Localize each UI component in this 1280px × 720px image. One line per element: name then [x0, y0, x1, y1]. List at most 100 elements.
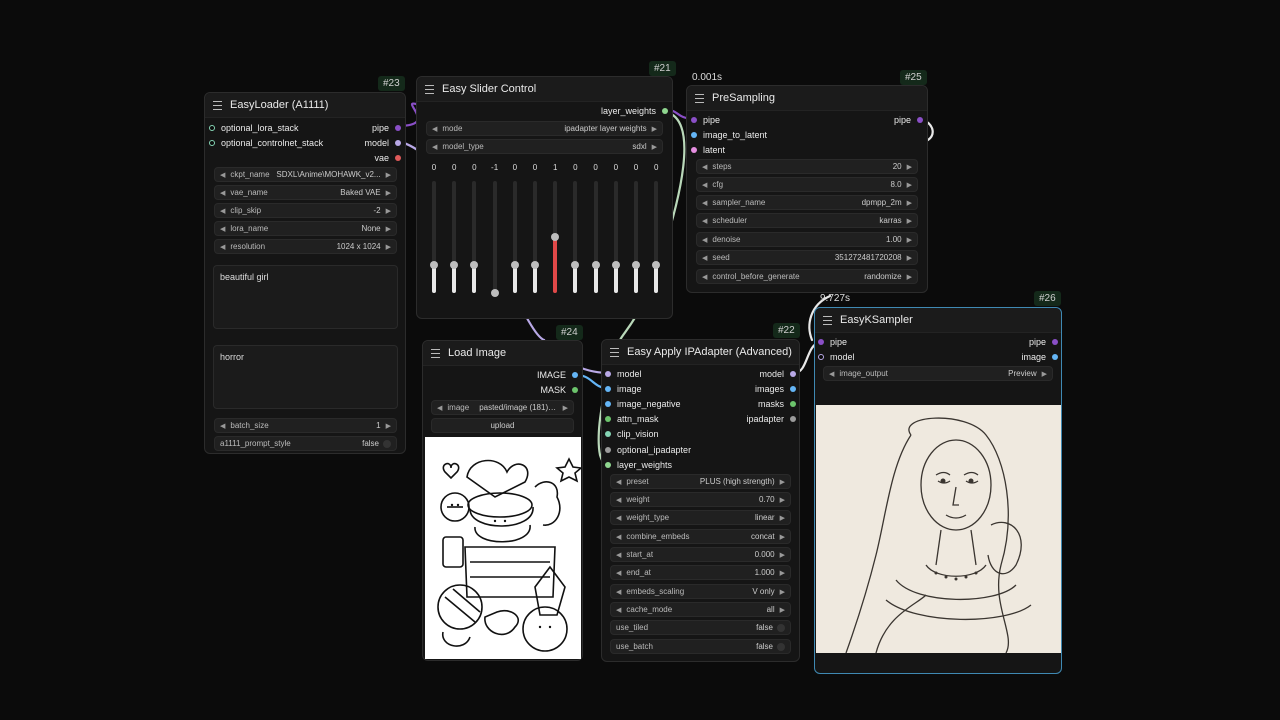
arrow-left-icon[interactable]: ◀ [616, 606, 621, 614]
arrow-right-icon[interactable]: ▶ [907, 181, 912, 189]
arrow-right-icon[interactable]: ▶ [1042, 370, 1047, 378]
input-optional-controlnet-stack[interactable]: optional_controlnet_stack [209, 138, 323, 148]
slider-handle[interactable] [430, 261, 438, 269]
arrow-right-icon[interactable]: ▶ [780, 496, 785, 504]
input-optional-lora-stack[interactable]: optional_lora_stack [209, 123, 299, 133]
combine-embeds-combo[interactable]: ◀ combine_embeds concat ▶ [610, 529, 791, 544]
slider-handle[interactable] [490, 289, 499, 297]
presampling-node[interactable]: PreSampling pipe image_to_latent latent … [686, 85, 928, 293]
easy-slider-control-node[interactable]: Easy Slider Control layer_weights ◀ mode i… [416, 76, 673, 319]
menu-icon[interactable] [823, 315, 832, 325]
arrow-left-icon[interactable]: ◀ [220, 171, 225, 179]
vae-name-combo[interactable]: ◀ vae_name Baked VAE ▶ [214, 185, 397, 200]
cache-mode-combo[interactable]: ◀ cache_mode all ▶ [610, 602, 791, 617]
easyloader-node[interactable]: EasyLoader (A1111) optional_lora_stack o… [204, 92, 406, 454]
arrow-right-icon[interactable]: ▶ [652, 143, 657, 151]
arrow-left-icon[interactable]: ◀ [702, 181, 707, 189]
input-model[interactable]: model [818, 352, 855, 362]
arrow-left-icon[interactable]: ◀ [702, 217, 707, 225]
arrow-right-icon[interactable]: ▶ [907, 217, 912, 225]
weight-type-combo[interactable]: ◀ weight_type linear ▶ [610, 510, 791, 525]
slider-handle[interactable] [591, 261, 600, 269]
layer-slider[interactable]: -1 [488, 163, 502, 303]
input-optional-ipadapter[interactable]: optional_ipadapter [605, 445, 691, 455]
arrow-right-icon[interactable]: ▶ [780, 514, 785, 522]
batch-size-number[interactable]: ◀ batch_size 1 ▶ [214, 418, 397, 433]
upload-button[interactable]: upload [431, 418, 574, 433]
input-image-to-latent[interactable]: image_to_latent [691, 130, 767, 140]
input-model[interactable]: model [605, 369, 642, 379]
arrow-left-icon[interactable]: ◀ [616, 588, 621, 596]
slider-handle[interactable] [510, 261, 519, 269]
slider-handle[interactable] [551, 233, 560, 241]
image-combo[interactable]: ◀ image pasted/image (181).p... ▶ [431, 400, 574, 415]
easyksampler-node[interactable]: EasyKSampler pipe model pipe image ◀ imag… [814, 307, 1062, 674]
slider-handle[interactable] [652, 261, 661, 269]
positive-prompt-textarea[interactable]: beautiful girl [213, 265, 398, 329]
arrow-left-icon[interactable]: ◀ [432, 143, 437, 151]
use-batch-toggle[interactable]: use_batch false [610, 639, 791, 654]
output-ipadapter[interactable]: ipadapter [746, 414, 796, 424]
load-image-node[interactable]: Load Image IMAGE MASK ◀ image pasted/image… [422, 340, 583, 661]
arrow-right-icon[interactable]: ▶ [780, 606, 785, 614]
layer-slider[interactable]: 0 [609, 163, 623, 303]
arrow-left-icon[interactable]: ◀ [616, 496, 621, 504]
node-header[interactable]: Easy Apply IPAdapter (Advanced) [602, 340, 799, 365]
arrow-left-icon[interactable]: ◀ [702, 163, 707, 171]
input-latent[interactable]: latent [691, 145, 725, 155]
output-model[interactable]: model [759, 369, 796, 379]
arrow-right-icon[interactable]: ▶ [386, 171, 391, 179]
input-attn-mask[interactable]: attn_mask [605, 414, 659, 424]
arrow-left-icon[interactable]: ◀ [616, 514, 621, 522]
arrow-left-icon[interactable]: ◀ [702, 236, 707, 244]
layer-slider[interactable]: 0 [528, 163, 542, 303]
mode-combo[interactable]: ◀ mode ipadapter layer weights ▶ [426, 121, 663, 136]
layer-slider[interactable]: 0 [447, 163, 461, 303]
preset-combo[interactable]: ◀ preset PLUS (high strength) ▶ [610, 474, 791, 489]
arrow-right-icon[interactable]: ▶ [386, 243, 391, 251]
arrow-right-icon[interactable]: ▶ [780, 569, 785, 577]
output-pipe[interactable]: pipe [1029, 337, 1058, 347]
control-before-generate-combo[interactable]: ◀ control_before_generate randomize ▶ [696, 269, 918, 284]
layer-slider[interactable]: 0 [427, 163, 441, 303]
arrow-left-icon[interactable]: ◀ [616, 478, 621, 486]
arrow-right-icon[interactable]: ▶ [780, 588, 785, 596]
node-header[interactable]: Easy Slider Control [417, 77, 672, 102]
output-mask[interactable]: MASK [540, 385, 578, 395]
slider-handle[interactable] [470, 261, 479, 269]
output-image[interactable]: image [1021, 352, 1058, 362]
menu-icon[interactable] [425, 84, 434, 94]
node-header[interactable]: PreSampling [687, 86, 927, 111]
clip-skip-number[interactable]: ◀ clip_skip -2 ▶ [214, 203, 397, 218]
arrow-left-icon[interactable]: ◀ [432, 125, 437, 133]
slider-handle[interactable] [450, 261, 459, 269]
arrow-left-icon[interactable]: ◀ [702, 199, 707, 207]
layer-slider[interactable]: 0 [649, 163, 663, 303]
slider-handle[interactable] [531, 261, 539, 269]
output-image[interactable]: IMAGE [537, 370, 578, 380]
node-header[interactable]: Load Image [423, 341, 582, 366]
arrow-right-icon[interactable]: ▶ [652, 125, 657, 133]
denoise-number[interactable]: ◀ denoise 1.00 ▶ [696, 232, 918, 247]
arrow-right-icon[interactable]: ▶ [386, 207, 391, 215]
arrow-right-icon[interactable]: ▶ [780, 478, 785, 486]
node-header[interactable]: EasyLoader (A1111) [205, 93, 405, 118]
a1111-prompt-style-toggle[interactable]: a1111_prompt_style false [214, 436, 397, 451]
layer-slider[interactable]: 0 [568, 163, 582, 303]
arrow-left-icon[interactable]: ◀ [702, 254, 707, 262]
steps-number[interactable]: ◀ steps 20 ▶ [696, 159, 918, 174]
weight-number[interactable]: ◀ weight 0.70 ▶ [610, 492, 791, 507]
image-output-combo[interactable]: ◀ image_output Preview ▶ [823, 366, 1053, 381]
arrow-left-icon[interactable]: ◀ [616, 569, 621, 577]
seed-number[interactable]: ◀ seed 351272481720208 ▶ [696, 250, 918, 265]
layer-slider[interactable]: 0 [467, 163, 481, 303]
input-image[interactable]: image [605, 384, 642, 394]
cfg-number[interactable]: ◀ cfg 8.0 ▶ [696, 177, 918, 192]
output-model[interactable]: model [364, 138, 401, 148]
end-at-number[interactable]: ◀ end_at 1.000 ▶ [610, 565, 791, 580]
layer-slider[interactable]: 0 [629, 163, 643, 303]
arrow-right-icon[interactable]: ▶ [907, 273, 912, 281]
input-pipe[interactable]: pipe [818, 337, 847, 347]
arrow-left-icon[interactable]: ◀ [220, 189, 225, 197]
output-images[interactable]: images [755, 384, 796, 394]
